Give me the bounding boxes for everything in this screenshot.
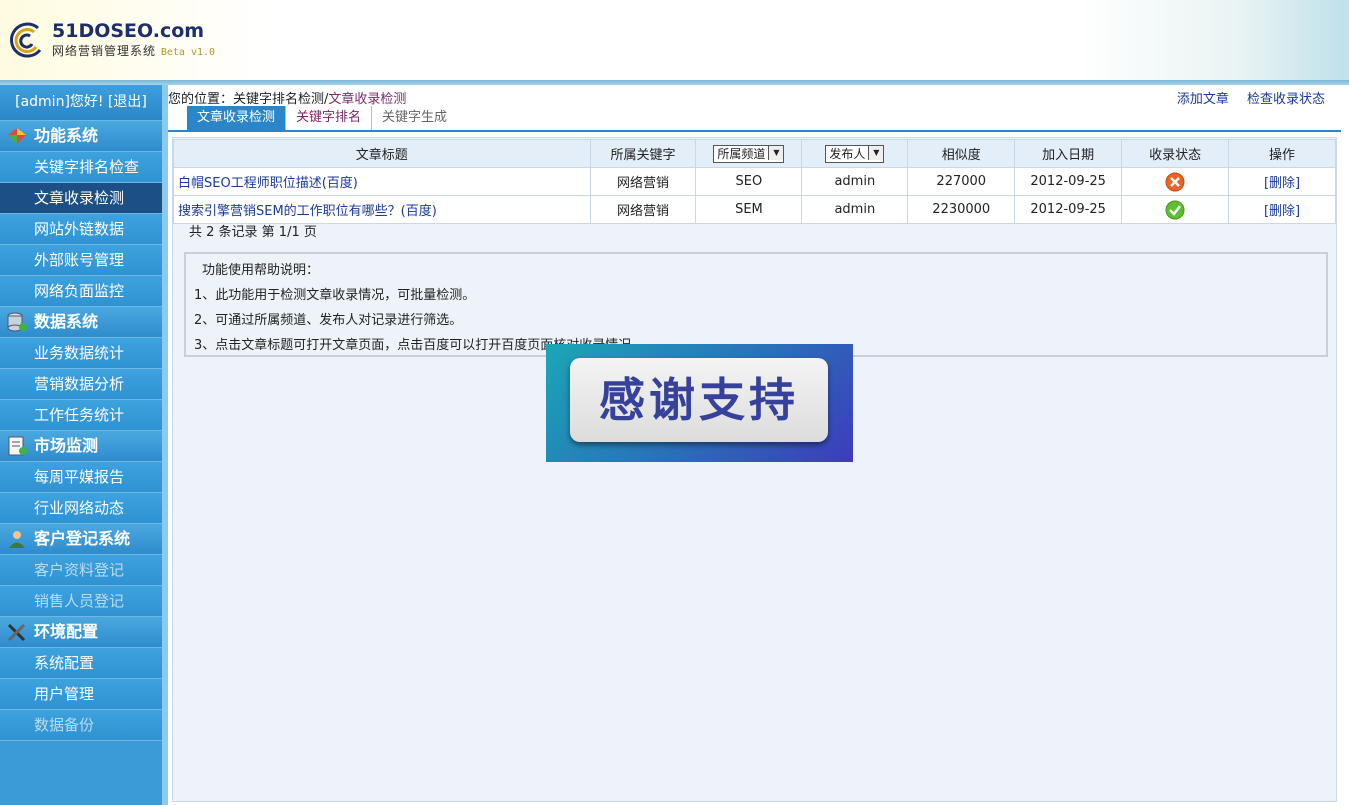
content-panel: 文章标题 所属关键字 所属频道 ▼ 发布人 ▼ 相似度 加入日期 收录状态 操作 白 xyxy=(172,137,1337,802)
sidebar-group-label: 功能系统 xyxy=(34,126,99,145)
sidebar-item-marketing-analysis[interactable]: 营销数据分析 xyxy=(0,369,162,400)
logo-swirl-icon xyxy=(9,22,42,58)
sidebar-group-market[interactable]: 市场监测 xyxy=(0,431,162,462)
article-title-link[interactable]: 白帽SEO工程师职位描述(百度) xyxy=(178,176,358,191)
col-header-publisher: 发布人 ▼ xyxy=(801,139,909,168)
user-icon xyxy=(9,531,25,548)
cell-action: [删除] xyxy=(1228,195,1336,224)
sidebar-group-customer[interactable]: 客户登记系统 xyxy=(0,524,162,555)
sidebar-item-article-index[interactable]: 文章收录检测 xyxy=(0,183,162,214)
sidebar-item-data-backup[interactable]: 数据备份 xyxy=(0,710,162,741)
database-icon xyxy=(7,312,27,332)
col-header-status: 收录状态 xyxy=(1121,139,1230,168)
logo-title: 51DOSEO.com xyxy=(52,20,205,42)
col-header-keyword: 所属关键字 xyxy=(589,139,697,168)
publisher-filter-select[interactable]: 发布人 ▼ xyxy=(825,144,885,163)
sidebar-item-task-stats[interactable]: 工作任务统计 xyxy=(0,400,162,431)
help-line-1: 1、此功能用于检测文章收录情况，可批量检测。 xyxy=(194,288,476,303)
sidebar-group-label: 数据系统 xyxy=(34,312,99,331)
delete-link[interactable]: [删除] xyxy=(1264,176,1300,191)
cell-date: 2012-09-25 xyxy=(1014,195,1123,224)
cell-title: 搜索引擎营销SEM的工作职位有哪些？(百度) xyxy=(173,195,591,224)
channel-filter-select[interactable]: 所属频道 ▼ xyxy=(713,144,785,163)
help-title: 功能使用帮助说明： xyxy=(202,263,320,278)
sidebar-item-negative-monitor[interactable]: 网络负面监控 xyxy=(0,276,162,307)
sidebar-item-system-config[interactable]: 系统配置 xyxy=(0,648,162,679)
not-indexed-x-icon xyxy=(1165,172,1185,191)
sidebar-item-external-accounts[interactable]: 外部账号管理 xyxy=(0,245,162,276)
report-icon xyxy=(8,436,27,456)
thanks-card: 感谢支持 xyxy=(570,358,828,442)
cell-keyword: 网络营销 xyxy=(589,195,697,224)
tab-keyword-rank[interactable]: 关键字排名 xyxy=(286,106,373,130)
col-header-channel: 所属频道 ▼ xyxy=(695,139,803,168)
cell-similarity: 2230000 xyxy=(907,195,1016,224)
sidebar-group-label: 市场监测 xyxy=(34,436,99,455)
col-header-similarity: 相似度 xyxy=(907,139,1016,168)
pagination-summary: 共 2 条记录 第 1/1 页 xyxy=(189,225,317,240)
chevron-down-icon: ▼ xyxy=(868,145,884,160)
cell-action: [删除] xyxy=(1228,167,1336,196)
check-index-status-link[interactable]: 检查收录状态 xyxy=(1247,92,1325,107)
sidebar-group-label: 客户登记系统 xyxy=(34,529,131,548)
help-box: 功能使用帮助说明： 1、此功能用于检测文章收录情况，可批量检测。 2、可通过所属… xyxy=(184,252,1328,357)
user-greeting[interactable]: [admin]您好! [退出] xyxy=(0,85,162,121)
article-table: 文章标题 所属关键字 所属频道 ▼ 发布人 ▼ 相似度 加入日期 收录状态 操作 白 xyxy=(173,139,1336,224)
channel-filter-label: 所属频道 xyxy=(717,146,766,161)
sidebar-item-customer-register[interactable]: 客户资料登记 xyxy=(0,555,162,586)
breadcrumb: 您的位置：关键字排名检测/文章收录检测 xyxy=(168,88,406,107)
tab-bar: 文章收录检测 关键字排名 关键字生成 xyxy=(187,106,457,130)
sidebar-group-settings[interactable]: 环境配置 xyxy=(0,617,162,648)
sidebar: [admin]您好! [退出] 功能系统 关键字排名检查 文章收录检测 网站外链… xyxy=(0,85,168,805)
cell-publisher: admin xyxy=(801,167,909,196)
col-header-date: 加入日期 xyxy=(1014,139,1123,168)
app-header: 51DOSEO.com 网络营销管理系统 Beta v1.0 xyxy=(0,0,1349,80)
sidebar-group-data[interactable]: 数据系统 xyxy=(0,307,162,338)
cell-status xyxy=(1121,195,1230,224)
help-line-2: 2、可通过所属频道、发布人对记录进行筛选。 xyxy=(194,313,463,328)
breadcrumb-current: 文章收录检测 xyxy=(328,92,407,107)
sidebar-item-sales-register[interactable]: 销售人员登记 xyxy=(0,586,162,617)
cell-publisher: admin xyxy=(801,195,909,224)
logo-subtitle: 网络营销管理系统 Beta v1.0 xyxy=(52,42,215,59)
sidebar-item-backlinks[interactable]: 网站外链数据 xyxy=(0,214,162,245)
indexed-check-icon xyxy=(1165,200,1185,219)
cell-date: 2012-09-25 xyxy=(1014,167,1123,196)
sidebar-item-industry-news[interactable]: 行业网络动态 xyxy=(0,493,162,524)
thanks-text: 感谢支持 xyxy=(599,373,799,427)
top-links: 添加文章 检查收录状态 xyxy=(1163,88,1325,107)
publisher-filter-label: 发布人 xyxy=(829,146,866,161)
thanks-overlay: 感谢支持 xyxy=(546,344,853,462)
table-row: 搜索引擎营销SEM的工作职位有哪些？(百度) 网络营销 SEM admin 22… xyxy=(173,195,1336,224)
logo-beta: Beta v1.0 xyxy=(160,47,216,58)
cell-channel: SEM xyxy=(695,195,803,224)
sidebar-item-business-stats[interactable]: 业务数据统计 xyxy=(0,338,162,369)
cell-status xyxy=(1121,167,1230,196)
delete-link[interactable]: [删除] xyxy=(1264,204,1300,219)
article-title-link[interactable]: 搜索引擎营销SEM的工作职位有哪些？(百度) xyxy=(178,204,437,219)
table-header-row: 文章标题 所属关键字 所属频道 ▼ 发布人 ▼ 相似度 加入日期 收录状态 操作 xyxy=(173,139,1336,168)
cell-similarity: 227000 xyxy=(907,167,1016,196)
cell-title: 白帽SEO工程师职位描述(百度) xyxy=(173,167,591,196)
sidebar-group-function[interactable]: 功能系统 xyxy=(0,121,162,152)
logo-subtitle-text: 网络营销管理系统 xyxy=(52,44,157,58)
breadcrumb-prefix: 您的位置：关键字排名检测/ xyxy=(168,92,329,107)
tab-underline xyxy=(168,130,1341,132)
table-row: 白帽SEO工程师职位描述(百度) 网络营销 SEO admin 227000 2… xyxy=(173,167,1336,196)
sidebar-item-weekly-report[interactable]: 每周平媒报告 xyxy=(0,462,162,493)
cell-keyword: 网络营销 xyxy=(589,167,697,196)
tab-article-index[interactable]: 文章收录检测 xyxy=(187,106,287,130)
diamond-icon xyxy=(8,128,26,144)
sidebar-group-label: 环境配置 xyxy=(34,622,99,641)
sidebar-item-keyword-rank[interactable]: 关键字排名检查 xyxy=(0,152,162,183)
col-header-action: 操作 xyxy=(1228,139,1336,168)
sidebar-item-user-management[interactable]: 用户管理 xyxy=(0,679,162,710)
tools-icon xyxy=(7,623,26,642)
col-header-title: 文章标题 xyxy=(173,139,591,168)
tab-keyword-generate[interactable]: 关键字生成 xyxy=(372,106,457,130)
add-article-link[interactable]: 添加文章 xyxy=(1177,92,1229,107)
cell-channel: SEO xyxy=(695,167,803,196)
chevron-down-icon: ▼ xyxy=(768,145,784,160)
